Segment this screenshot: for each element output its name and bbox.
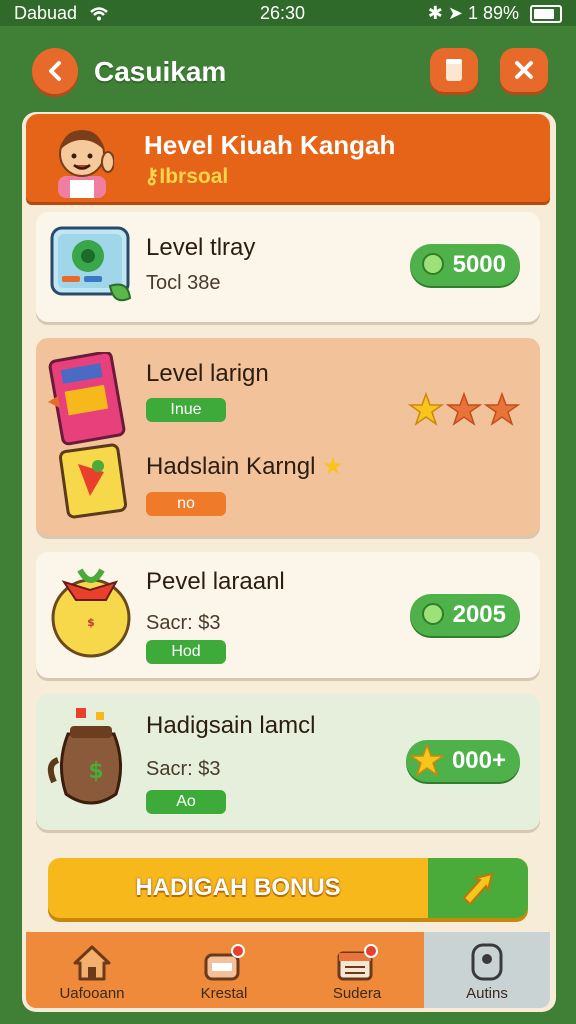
item-subtitle: Sacr: $3 bbox=[146, 612, 221, 634]
nav-label: Uafooann bbox=[59, 985, 125, 1002]
back-button[interactable] bbox=[32, 48, 78, 94]
bonus-button[interactable]: HADIGAH BONUS bbox=[48, 858, 528, 918]
nav-item-profile[interactable]: Autins bbox=[424, 932, 550, 1008]
star-rating bbox=[407, 391, 521, 433]
coin-icon bbox=[422, 603, 444, 625]
treasure-pot-icon: $ bbox=[47, 708, 122, 805]
list-item[interactable]: Level larign Inue Hadslain Karngl ★ no bbox=[36, 338, 540, 536]
close-icon bbox=[515, 61, 533, 79]
document-button[interactable] bbox=[430, 48, 478, 92]
nav-label: Autins bbox=[466, 985, 508, 1002]
price-button[interactable]: 2005 bbox=[410, 594, 520, 636]
list-item[interactable]: Level tlray Tocl 38e 5000 bbox=[36, 212, 540, 322]
status-left: Dabuad bbox=[14, 3, 108, 24]
price-value: 2005 bbox=[452, 601, 506, 628]
status-badge: no bbox=[146, 492, 226, 516]
arrow-right-icon bbox=[462, 872, 494, 906]
item-title: Hadslain Karngl ★ bbox=[146, 453, 344, 480]
nav-item-calendar[interactable]: Sudera bbox=[290, 932, 424, 1008]
status-bar: Dabuad 26:30 ✱ ➤ 1 89% bbox=[0, 0, 576, 26]
coin-icon bbox=[422, 253, 444, 275]
tablet-icon bbox=[50, 226, 132, 302]
banner-title: Hevel Kiuah Kangah bbox=[144, 130, 396, 160]
document-icon bbox=[446, 59, 462, 81]
item-title: Pevel laraanl bbox=[146, 568, 285, 595]
list-item[interactable]: $ Hadigsain lamcl Sacr: $3 Ao 000+ bbox=[36, 694, 540, 830]
status-time: 26:30 bbox=[260, 3, 306, 23]
price-value: 5000 bbox=[452, 251, 506, 278]
battery-percent: 1 89% bbox=[467, 3, 519, 23]
svg-text:$: $ bbox=[88, 759, 103, 784]
svg-text:$: $ bbox=[87, 616, 95, 629]
banner-subtitle: ⚷Ibrsoal bbox=[144, 165, 229, 188]
nav-item-home[interactable]: Uafooann bbox=[26, 932, 158, 1008]
bonus-label: HADIGAH BONUS bbox=[135, 874, 341, 901]
price-button[interactable]: 5000 bbox=[410, 244, 520, 286]
bonus-arrow[interactable] bbox=[428, 858, 528, 918]
page-title: Casuikam bbox=[94, 56, 227, 87]
item-title: Hadigsain lamcl bbox=[146, 712, 316, 739]
nav-label: Krestal bbox=[200, 985, 248, 1002]
profile-icon bbox=[471, 943, 503, 981]
money-bag-icon: $ bbox=[51, 568, 131, 658]
calendar-icon bbox=[337, 944, 378, 981]
header: Casuikam bbox=[0, 26, 576, 116]
home-icon bbox=[73, 945, 111, 981]
item-subtitle: Sacr: $3 bbox=[146, 758, 221, 780]
wifi-icon bbox=[90, 7, 108, 21]
bluetooth-icon: ✱ bbox=[427, 3, 443, 23]
list-item[interactable]: $ Pevel laraanl Sacr: $3 Hod 2005 bbox=[36, 552, 540, 678]
book-icon bbox=[48, 352, 126, 446]
nav-item-shop[interactable]: Krestal bbox=[158, 932, 290, 1008]
item-title: Level larign bbox=[146, 360, 269, 387]
sparkle-star-icon: ★ bbox=[322, 453, 344, 480]
status-badge: Ao bbox=[146, 790, 226, 814]
star-icon bbox=[410, 744, 444, 777]
nav-label: Sudera bbox=[332, 985, 382, 1002]
close-button[interactable] bbox=[500, 48, 548, 92]
price-button[interactable]: 000+ bbox=[406, 740, 520, 782]
shop-icon bbox=[204, 944, 245, 981]
status-badge: Inue bbox=[146, 398, 226, 422]
status-badge: Hod bbox=[146, 640, 226, 664]
bottom-nav: Uafooann Krestal Sudera Autins bbox=[26, 932, 550, 1008]
gift-card-icon bbox=[58, 443, 128, 519]
status-right: ✱ ➤ 1 89% bbox=[428, 3, 562, 24]
price-value: 000+ bbox=[451, 747, 506, 774]
chevron-left-icon bbox=[49, 61, 61, 81]
item-subtitle: Tocl 38e bbox=[146, 272, 221, 294]
carrier-label: Dabuad bbox=[14, 3, 78, 23]
battery-icon bbox=[530, 5, 562, 24]
star-rating-icon bbox=[407, 391, 521, 426]
location-icon: ➤ bbox=[447, 3, 463, 23]
key-icon: ⚷ bbox=[144, 165, 160, 188]
item-title: Level tlray bbox=[146, 234, 256, 261]
chef-avatar-icon bbox=[58, 130, 114, 198]
level-banner: Hevel Kiuah Kangah ⚷Ibrsoal bbox=[26, 114, 550, 202]
